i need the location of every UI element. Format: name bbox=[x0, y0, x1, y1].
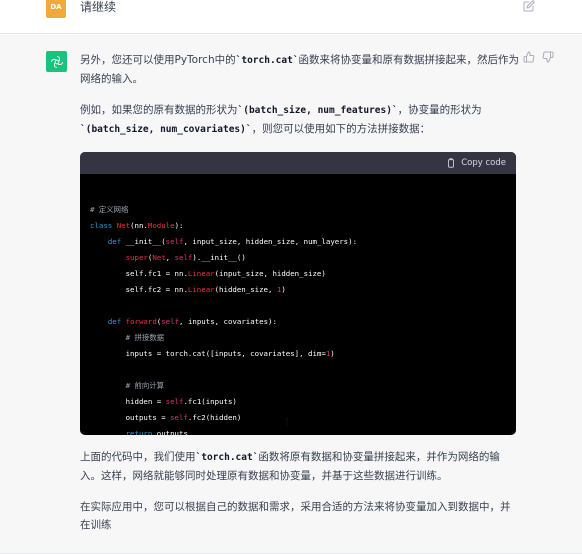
code-line: def __init__(self, input_size, hidden_si… bbox=[107, 237, 358, 246]
code-block: Copy code # 定义网络 class Net(nn.Module): de… bbox=[80, 152, 516, 435]
assistant-message-row: 另外，您还可以使用PyTorch中的`torch.cat`函数来将协变量和原有数… bbox=[0, 35, 582, 554]
code-block-header: Copy code bbox=[80, 152, 516, 174]
assistant-avatar bbox=[46, 51, 67, 72]
code-line: self.fc2 = nn.Linear(hidden_size, 1) bbox=[90, 285, 286, 294]
user-message-row: DA 请继续 bbox=[0, 0, 582, 34]
copy-code-button[interactable]: Copy code bbox=[446, 158, 506, 168]
assistant-paragraph-3: 上面的代码中，我们使用`torch.cat`函数将原有数据和协变量拼接起来，并作… bbox=[80, 448, 520, 485]
assistant-paragraph-1: 另外，您还可以使用PyTorch中的`torch.cat`函数来将协变量和原有数… bbox=[80, 51, 520, 88]
para3-text-a: 上面的代码中，我们使用 bbox=[80, 451, 196, 463]
user-message-text: 请继续 bbox=[80, 0, 117, 14]
thumbs-up-icon[interactable] bbox=[523, 51, 535, 63]
code-line: outputs = self.fc2(hidden) bbox=[90, 413, 242, 422]
code-line: inputs = torch.cat([inputs, covariates],… bbox=[90, 349, 335, 358]
thumbs-down-icon[interactable] bbox=[542, 51, 554, 63]
pencil-edit-icon[interactable] bbox=[523, 0, 535, 12]
text-cursor-icon bbox=[286, 418, 288, 426]
openai-logo-icon bbox=[50, 55, 63, 68]
para2-text-b: ，协变量的形状为 bbox=[397, 104, 482, 116]
code-line: return outputs bbox=[125, 429, 188, 435]
inline-code-torch-cat-2: `torch.cat` bbox=[195, 452, 259, 463]
clipboard-icon bbox=[448, 158, 455, 168]
para2-text-c: ，则您可以使用如下的方法拼接数据： bbox=[251, 123, 431, 135]
inline-code-shape-covariates: `(batch_size, num_covariates)` bbox=[80, 124, 252, 135]
assistant-paragraph-4: 在实际应用中，您可以根据自己的数据和需求，采用合适的方法来将协变量加入到数据中，… bbox=[80, 501, 511, 531]
code-line: self.fc1 = nn.Linear(input_size, hidden_… bbox=[90, 269, 326, 278]
para1-text-a: 另外，您还可以使用PyTorch中的 bbox=[80, 54, 236, 66]
code-line: hidden = self.fc1(inputs) bbox=[90, 397, 237, 406]
para2-text-a: 例如，如果您的原有数据的形状为 bbox=[80, 104, 238, 116]
code-body: # 定义网络 class Net(nn.Module): def __init__… bbox=[80, 174, 516, 435]
inline-code-shape-features: `(batch_size, num_features)` bbox=[237, 105, 398, 116]
code-line: class Net(nn.Module): bbox=[90, 221, 184, 230]
code-line: # 定义网络 bbox=[90, 205, 129, 214]
code-line: # 前向计算 bbox=[125, 381, 165, 390]
inline-code-torch-cat: `torch.cat` bbox=[235, 55, 299, 66]
copy-code-label: Copy code bbox=[461, 158, 506, 168]
code-line: super(Net, self).__init__() bbox=[125, 253, 246, 262]
user-avatar: DA bbox=[46, 0, 66, 18]
code-line: def forward(self, inputs, covariates): bbox=[107, 317, 277, 326]
assistant-paragraph-2: 例如，如果您的原有数据的形状为`(batch_size, num_feature… bbox=[80, 101, 520, 139]
code-line: # 拼接数据 bbox=[125, 333, 165, 342]
